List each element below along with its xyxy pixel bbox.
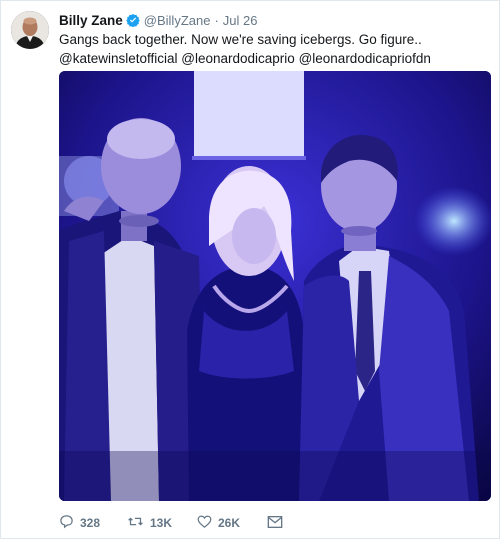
verified-badge-icon	[126, 13, 140, 27]
like-count: 26K	[218, 516, 241, 530]
reply-icon	[59, 514, 74, 532]
author-name[interactable]: Billy Zane	[59, 13, 123, 28]
mention-link[interactable]: @leonardodicaprio	[181, 51, 295, 66]
tweet-header: Billy Zane @BillyZane · Jul 26	[59, 11, 258, 29]
avatar[interactable]	[11, 11, 49, 49]
author-handle[interactable]: @BillyZane	[144, 13, 211, 28]
envelope-icon	[267, 515, 283, 532]
tweet-timestamp[interactable]: Jul 26	[223, 13, 258, 28]
reply-button[interactable]: 328	[59, 514, 127, 532]
tweet-text: Gangs back together. Now we're saving ic…	[59, 30, 489, 68]
tweet-text-line: Gangs back together. Now we're saving ic…	[59, 32, 422, 47]
tweet-card[interactable]: Billy Zane @BillyZane · Jul 26 Gangs bac…	[0, 0, 500, 539]
heart-icon	[197, 514, 212, 532]
retweet-icon	[127, 514, 144, 532]
mention-link[interactable]: @katewinsletofficial	[59, 51, 178, 66]
separator-dot: ·	[214, 12, 219, 28]
like-button[interactable]: 26K	[197, 514, 267, 532]
tweet-actions: 328 13K 26K	[59, 513, 283, 533]
tweet-mentions-line: @katewinsletofficial @leonardodicaprio @…	[59, 49, 489, 68]
mention-link[interactable]: @leonardodicapriofdn	[299, 51, 431, 66]
reply-count: 328	[80, 516, 101, 530]
tweet-photo[interactable]	[59, 71, 491, 501]
retweet-count: 13K	[150, 516, 173, 530]
direct-message-button[interactable]	[267, 515, 283, 532]
retweet-button[interactable]: 13K	[127, 514, 197, 532]
